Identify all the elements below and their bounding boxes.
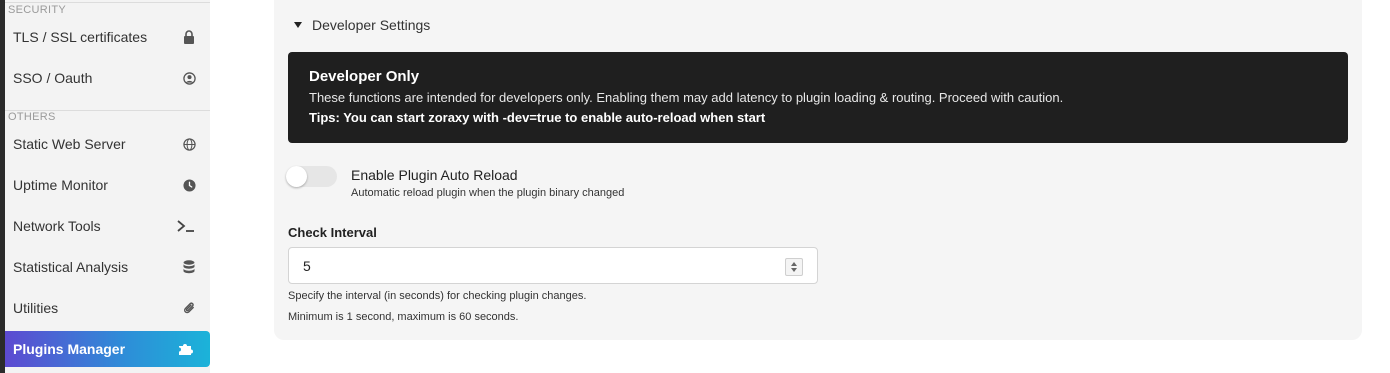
sidebar-item-label: Plugins Manager (13, 341, 126, 357)
sidebar-item-label: SSO / Oauth (13, 70, 93, 86)
developer-notice: Developer Only These functions are inten… (288, 52, 1348, 143)
section-label-security: SECURITY (8, 4, 67, 16)
sidebar-item-uptime-monitor[interactable]: Uptime Monitor (5, 167, 210, 203)
interval-range-text: Minimum is 1 second, maximum is 60 secon… (288, 311, 519, 323)
sidebar-item-label: Network Tools (13, 218, 101, 234)
number-spinner[interactable] (785, 258, 803, 276)
sidebar-item-label: Statistical Analysis (13, 259, 129, 275)
spinner-up-icon[interactable] (791, 262, 797, 266)
auto-reload-toggle[interactable] (286, 166, 337, 187)
sidebar-divider (5, 2, 211, 3)
developer-settings-title: Developer Settings (312, 17, 431, 33)
sidebar-item-tls-ssl[interactable]: TLS / SSL certificates (5, 19, 210, 55)
toggle-knob (286, 166, 307, 187)
terminal-icon (176, 219, 196, 233)
auto-reload-description: Automatic reload plugin when the plugin … (351, 187, 625, 199)
globe-icon (182, 137, 196, 151)
check-interval-label: Check Interval (288, 225, 377, 240)
sidebar-item-label: TLS / SSL certificates (13, 29, 148, 45)
sidebar-item-utilities[interactable]: Utilities (5, 290, 210, 326)
sidebar-item-label: Static Web Server (13, 136, 126, 152)
sidebar-item-plugins-manager[interactable]: Plugins Manager (5, 331, 210, 367)
sidebar-item-statistical-analysis[interactable]: Statistical Analysis (5, 249, 210, 285)
check-interval-input[interactable]: 5 (288, 247, 818, 284)
spinner-down-icon[interactable] (791, 268, 797, 272)
developer-settings-panel: Developer Settings Developer Only These … (274, 0, 1362, 340)
sidebar-item-label: Uptime Monitor (13, 177, 108, 193)
user-circle-icon (182, 71, 196, 85)
notice-tips: Tips: You can start zoraxy with -dev=tru… (309, 110, 766, 125)
sidebar: SECURITY TLS / SSL certificates SSO / Oa… (5, 0, 240, 373)
check-interval-value: 5 (303, 258, 311, 274)
sidebar-item-network-tools[interactable]: Network Tools (5, 208, 210, 244)
notice-title: Developer Only (309, 68, 420, 85)
content-gutter (210, 0, 240, 373)
caret-down-icon (294, 22, 302, 28)
auto-reload-label: Enable Plugin Auto Reload (351, 167, 518, 183)
clock-icon (182, 178, 196, 192)
paperclip-icon (182, 301, 196, 315)
lock-icon (182, 30, 196, 44)
puzzle-icon (178, 342, 196, 356)
notice-description: These functions are intended for develop… (309, 90, 1064, 105)
section-label-others: OTHERS (8, 111, 56, 123)
database-icon (182, 260, 196, 274)
sidebar-item-label: Utilities (13, 300, 59, 316)
interval-help-text: Specify the interval (in seconds) for ch… (288, 290, 587, 302)
developer-settings-accordion[interactable]: Developer Settings (294, 17, 430, 33)
sidebar-item-sso-oauth[interactable]: SSO / Oauth (5, 60, 210, 96)
sidebar-item-static-web-server[interactable]: Static Web Server (5, 126, 210, 162)
